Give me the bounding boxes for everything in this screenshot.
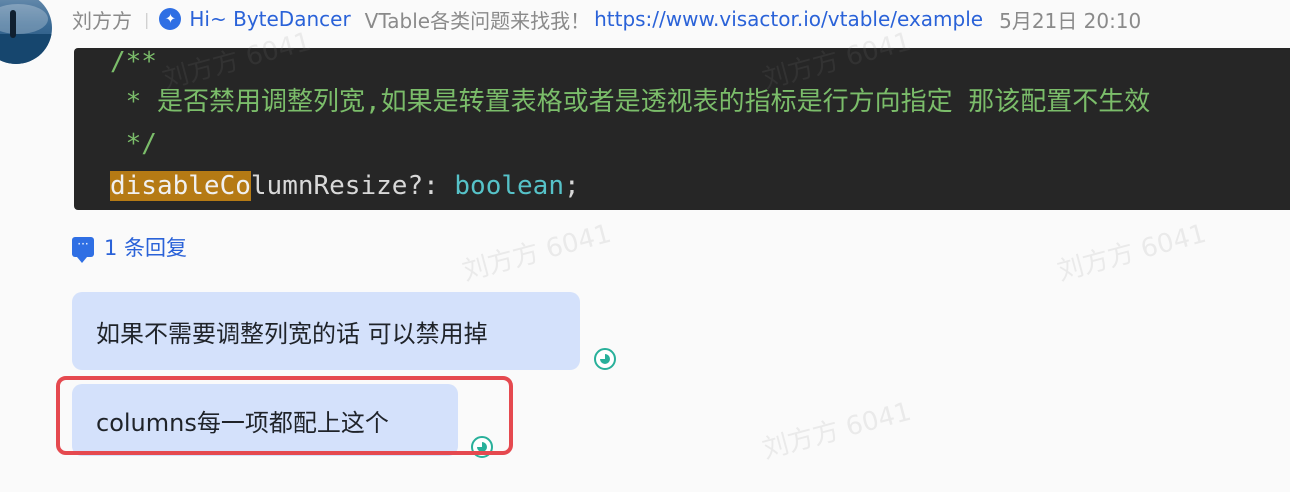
code-comment-open: /** [110, 48, 157, 77]
header-separator: | [144, 9, 150, 29]
info-text: VTable各类问题来找我！ [364, 8, 591, 33]
avatar-water [0, 34, 52, 64]
code-search-highlight: disableCo [110, 171, 251, 201]
sender-name[interactable]: 刘方方 [72, 5, 132, 34]
read-status-icon [594, 348, 616, 370]
reply-thread-link[interactable]: ··· 1 条回复 [72, 232, 187, 263]
code-comment-text: * 是否禁用调整列宽,如果是转置表格或者是透视表的指标是行方向指定 那该配置不生… [110, 87, 1151, 117]
avatar[interactable] [0, 0, 52, 64]
bot-name-link[interactable]: Hi~ ByteDancer [189, 7, 350, 31]
code-property-line: disableColumnResize?: boolean; [110, 170, 580, 202]
message-bubble-1[interactable]: 如果不需要调整列宽的话 可以禁用掉 [72, 292, 580, 370]
bot-icon: ✦ [159, 8, 182, 30]
code-punctuation: ?: [407, 171, 455, 201]
code-screenshot[interactable]: /** * 是否禁用调整列宽,如果是转置表格或者是透视表的指标是行方向指定 那该… [74, 48, 1290, 210]
reply-count-label[interactable]: 1 条回复 [104, 232, 187, 262]
watermark-text: 刘方方 6041 [1054, 218, 1210, 288]
code-type-keyword: boolean [454, 171, 564, 201]
watermark-text: 刘方方 6041 [759, 396, 915, 466]
code-terminator: ; [563, 171, 580, 201]
timestamp: 5月21日 20:10 [999, 8, 1142, 33]
code-comment-close: */ [110, 129, 157, 159]
message-header: 刘方方 | ✦ Hi~ ByteDancer VTable各类问题来找我！ ht… [72, 5, 1141, 33]
example-link[interactable]: https://www.visactor.io/vtable/example [594, 7, 983, 31]
avatar-person [10, 10, 16, 38]
watermark-text: 刘方方 6041 [459, 218, 615, 288]
annotation-highlight-box [56, 376, 513, 455]
avatar-sky [0, 4, 48, 34]
code-property-rest: lumnResize [250, 171, 408, 201]
comment-icon: ··· [72, 237, 94, 263]
